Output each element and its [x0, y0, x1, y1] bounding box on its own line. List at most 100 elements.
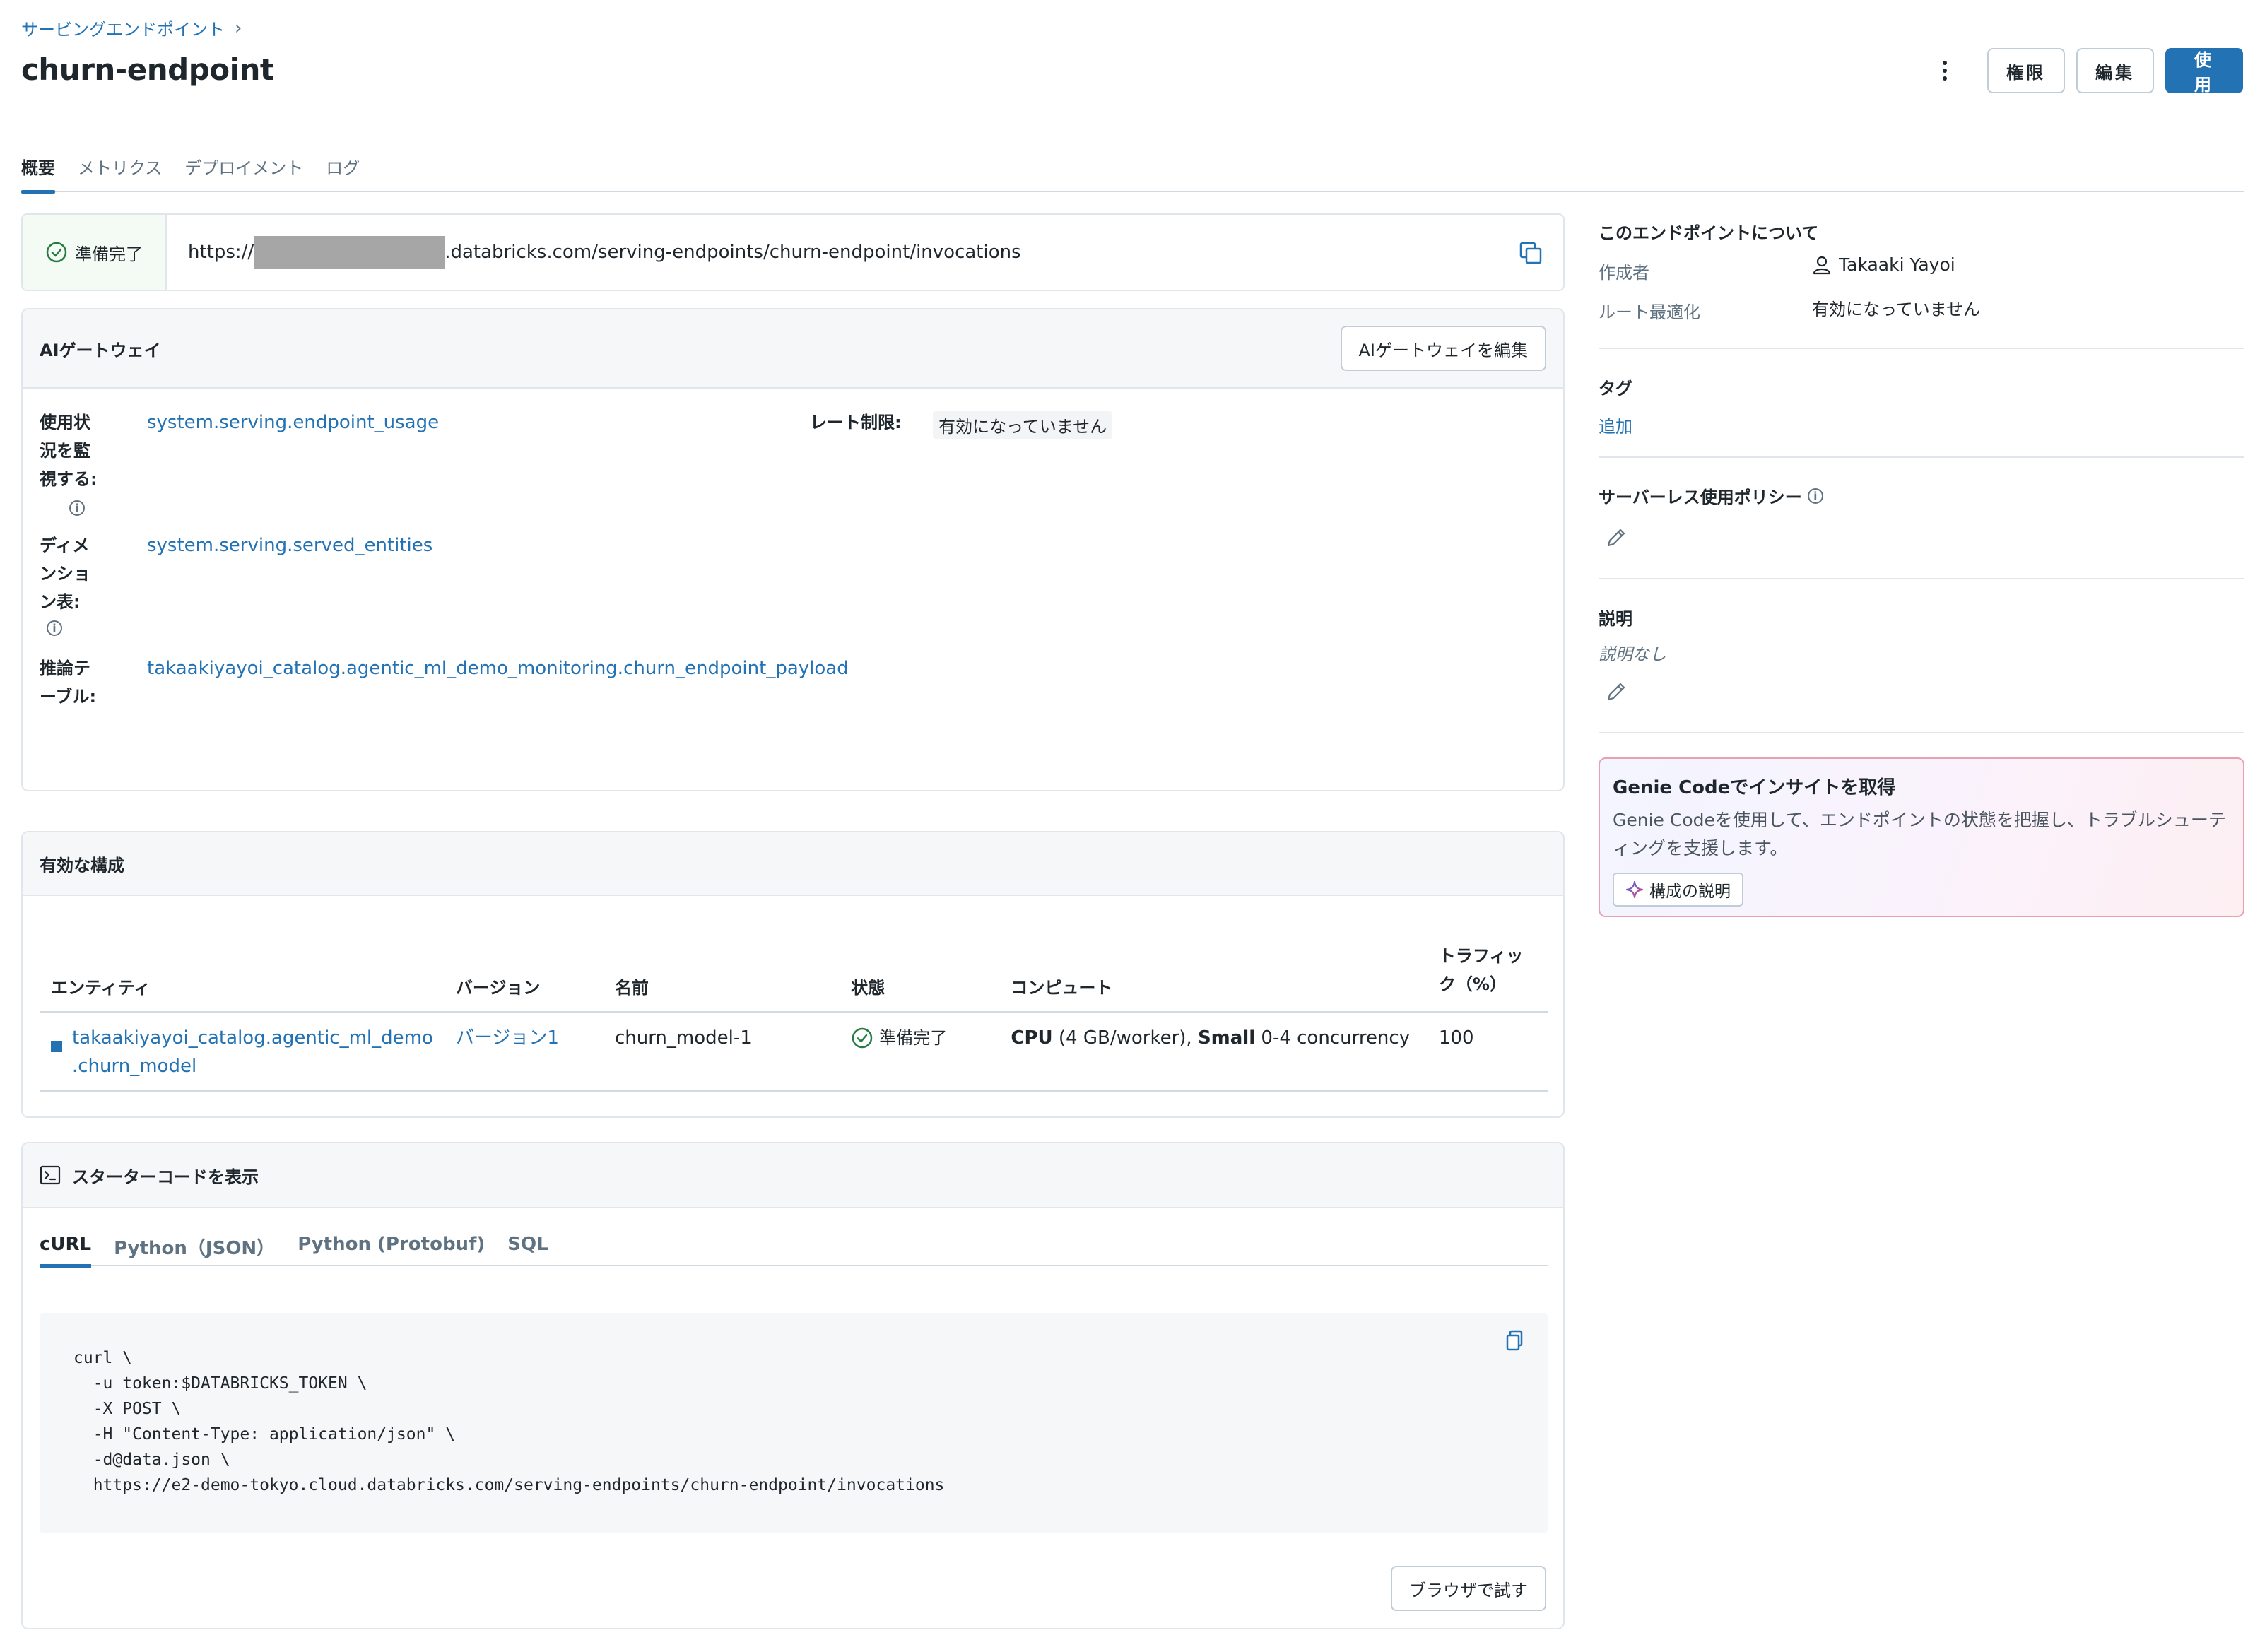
endpoint-url-suffix: .databricks.com/serving-endpoints/churn-… [445, 242, 1021, 263]
more-options-icon[interactable] [1931, 48, 1959, 93]
check-circle-icon [46, 242, 67, 263]
tags-title: タグ [1599, 379, 1632, 399]
tab-curl[interactable]: cURL [40, 1225, 92, 1268]
explain-config-label: 構成の説明 [1649, 883, 1731, 901]
usage-label: 使用状況を監視する: [40, 413, 98, 489]
endpoint-status-text: 準備完了 [75, 244, 143, 264]
copy-code-icon[interactable] [1505, 1330, 1525, 1352]
dimension-table-link[interactable]: system.serving.served_entities [147, 531, 432, 560]
page-title: churn-endpoint [21, 52, 274, 87]
endpoint-status: 準備完了 [23, 215, 167, 290]
info-icon[interactable]: i [47, 620, 62, 636]
starter-code-header[interactable]: スターターコードを表示 [23, 1143, 1563, 1208]
divider [1599, 456, 2244, 458]
usage-label-block: 使用状況を監視する: i [40, 408, 117, 516]
serverless-policy-heading: サーバーレス使用ポリシー i [1599, 483, 1823, 508]
check-circle-icon [852, 1027, 873, 1049]
tab-overview[interactable]: 概要 [21, 151, 55, 194]
entity-status-text: 準備完了 [879, 1028, 948, 1048]
ai-gateway-title: AIゲートウェイ [40, 340, 161, 360]
code-block: curl \ -u token:$DATABRICKS_TOKEN \ -X P… [40, 1313, 1548, 1533]
active-config-title: 有効な構成 [40, 855, 124, 875]
explain-config-button[interactable]: 構成の説明 [1613, 873, 1743, 907]
starter-code-card: スターターコードを表示 cURL Python（JSON） Python (Pr… [21, 1142, 1565, 1629]
sparkle-icon [1625, 880, 1644, 899]
genie-description: Genie Codeを使用して、エンドポイントの状態を把握し、トラブルシューティ… [1613, 810, 2226, 859]
version-link[interactable]: バージョン1 [456, 1027, 559, 1049]
creator-label: 作成者 [1599, 263, 1649, 283]
genie-title: Genie Codeでインサイトを取得 [1613, 777, 1896, 798]
serverless-policy-title: サーバーレス使用ポリシー [1599, 488, 1802, 507]
about-title: このエンドポイントについて [1599, 223, 1819, 243]
column-entity: エンティティ [40, 924, 445, 1013]
info-icon[interactable]: i [1807, 488, 1823, 504]
active-config-card: 有効な構成 エンティティ バージョン 名前 状態 コンピュート トラフィック（%… [21, 831, 1565, 1118]
user-icon [1813, 256, 1831, 274]
copy-icon[interactable] [1518, 240, 1543, 266]
ai-gateway-card: AIゲートウェイ AIゲートウェイを編集 使用状況を監視する: i system… [21, 308, 1565, 791]
divider [1599, 732, 2244, 733]
entity-status: 準備完了 [851, 1024, 947, 1052]
terminal-icon [40, 1165, 61, 1185]
entity-cell: takaakiyayoi_catalog.agentic_ml_demo .ch… [40, 1012, 445, 1092]
tab-python-protobuf[interactable]: Python (Protobuf) [298, 1225, 485, 1266]
compute-concurrency: 0-4 concurrency [1255, 1027, 1411, 1049]
table-header-row: エンティティ バージョン 名前 状態 コンピュート トラフィック（%） [40, 924, 1548, 1013]
code-snippet[interactable]: curl \ -u token:$DATABRICKS_TOKEN \ -X P… [73, 1345, 944, 1498]
compute-cpu: CPU [1011, 1027, 1053, 1049]
add-tag-link[interactable]: 追加 [1599, 413, 1632, 437]
endpoint-url-prefix: https:// [188, 242, 254, 263]
inference-label: 推論テーブル: [40, 659, 97, 707]
endpoint-url[interactable]: https:// .databricks.com/serving-endpoin… [188, 236, 1021, 269]
main-tabs: 概要 メトリクス デプロイメント ログ [21, 151, 2244, 194]
route-optimization-label: ルート最適化 [1599, 302, 1700, 322]
inference-label-block: 推論テーブル: [40, 654, 117, 711]
edit-description-pencil-icon[interactable] [1604, 680, 1628, 704]
tab-metrics[interactable]: メトリクス [78, 151, 162, 192]
breadcrumb-serving-endpoints[interactable]: サービングエンドポイント [21, 16, 225, 40]
description-title: 説明 [1599, 609, 1632, 629]
column-traffic: トラフィック（%） [1427, 924, 1548, 1013]
permissions-button[interactable]: 権限 [1987, 48, 2065, 93]
edit-ai-gateway-button[interactable]: AIゲートウェイを編集 [1340, 326, 1546, 371]
compute-size: Small [1197, 1027, 1256, 1049]
entity-link-wrap: takaakiyayoi_catalog.agentic_ml_demo .ch… [51, 1024, 433, 1080]
creator-name: Takaaki Yayoi [1839, 254, 1955, 275]
column-compute: コンピュート [999, 924, 1428, 1013]
route-optimization-value: 有効になっていません [1812, 300, 1981, 319]
try-in-browser-button[interactable]: ブラウザで試す [1391, 1566, 1546, 1611]
starter-code-title: スターターコードを表示 [72, 1167, 259, 1187]
column-status: 状態 [840, 924, 1000, 1013]
tab-logs[interactable]: ログ [326, 151, 360, 192]
dimension-label: ディメンション表: [40, 536, 90, 612]
usage-table-link[interactable]: system.serving.endpoint_usage [147, 408, 439, 437]
dimension-label-block: ディメンション表: i [40, 531, 117, 636]
status-cell: 準備完了 [840, 1012, 1000, 1092]
genie-insights-card: Genie Codeでインサイトを取得 Genie Codeを使用して、エンドポ… [1599, 757, 2244, 917]
rate-limit-label: レート制限: [810, 413, 902, 432]
use-button[interactable]: 使用 [2165, 48, 2243, 95]
entity-name-line2: .churn_model [72, 1056, 197, 1077]
entity-color-swatch [51, 1041, 62, 1052]
rate-limit-value: 有効になっていません [933, 411, 1113, 439]
info-icon[interactable]: i [69, 500, 85, 516]
header-actions: 権限 編集 使用 [1931, 48, 2243, 95]
creator-value: Takaaki Yayoi [1812, 254, 1955, 275]
endpoint-url-bar: 準備完了 https:// .databricks.com/serving-en… [21, 213, 1565, 291]
tab-deployments[interactable]: デプロイメント [184, 151, 303, 192]
tab-sql[interactable]: SQL [507, 1225, 548, 1266]
column-name: 名前 [603, 924, 840, 1013]
divider [1599, 578, 2244, 579]
edit-button[interactable]: 編集 [2076, 48, 2154, 93]
inference-table-link[interactable]: takaakiyayoi_catalog.agentic_ml_demo_mon… [147, 654, 849, 683]
entity-link[interactable]: takaakiyayoi_catalog.agentic_ml_demo .ch… [72, 1024, 433, 1080]
tab-python-json[interactable]: Python（JSON） [114, 1225, 275, 1266]
served-entities-table: エンティティ バージョン 名前 状態 コンピュート トラフィック（%） taka… [40, 924, 1548, 1092]
edit-policy-pencil-icon[interactable] [1604, 526, 1628, 550]
breadcrumb: サービングエンドポイント › [21, 16, 242, 40]
breadcrumb-separator-icon: › [235, 17, 242, 39]
compute-cell: CPU (4 GB/worker), Small 0-4 concurrency [999, 1012, 1428, 1092]
version-cell: バージョン1 [444, 1012, 604, 1092]
code-language-tabs: cURL Python（JSON） Python (Protobuf) SQL [40, 1225, 1548, 1268]
description-empty: 説明なし [1599, 644, 1666, 664]
